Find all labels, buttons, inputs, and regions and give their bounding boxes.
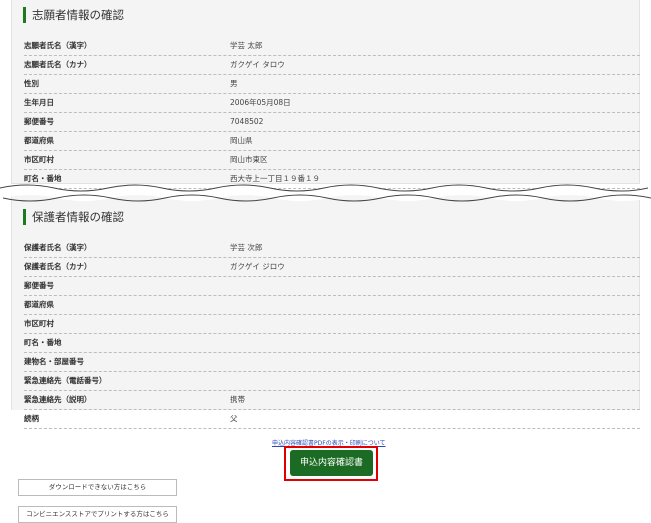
row-label: 市区町村 — [24, 319, 54, 328]
table-row: 続柄 父 — [24, 410, 640, 429]
row-value: 岡山県 — [230, 136, 253, 145]
row-label: 都道府県 — [24, 300, 54, 309]
row-label: 市区町村 — [24, 155, 54, 164]
table-row: 市区町村 — [24, 315, 640, 334]
table-row: 保護者氏名（カナ） ガクゲイ ジロウ — [24, 258, 640, 277]
convenience-store-print-button[interactable]: コンビニエンスストアでプリントする方はこちら — [18, 506, 177, 523]
row-value: ガクゲイ ジロウ — [230, 262, 285, 271]
row-label: 町名・番地 — [24, 338, 62, 347]
table-row: 志願者氏名（カナ） ガクゲイ タロウ — [24, 56, 640, 75]
section-break-wave — [0, 184, 651, 202]
row-label: 郵便番号 — [24, 281, 54, 290]
row-label: 都道府県 — [24, 136, 54, 145]
table-row: 都道府県 — [24, 296, 640, 315]
table-row: 保護者氏名（漢字） 学芸 次郎 — [24, 239, 640, 258]
row-label: 志願者氏名（漢字） — [24, 41, 92, 50]
table-row: 町名・番地 — [24, 334, 640, 353]
row-value: 学芸 次郎 — [230, 243, 263, 252]
table-row: 性別 男 — [24, 75, 640, 94]
row-value: ガクゲイ タロウ — [230, 60, 285, 69]
table-row: 郵便番号 7048502 — [24, 113, 640, 132]
row-label: 緊急連絡先（説明） — [24, 395, 92, 404]
row-label: 緊急連絡先（電話番号） — [24, 376, 107, 385]
table-row: 緊急連絡先（説明） 携帯 — [24, 391, 640, 410]
table-row: 志願者氏名（漢字） 学芸 太郎 — [24, 37, 640, 56]
guardian-table: 保護者氏名（漢字） 学芸 次郎 保護者氏名（カナ） ガクゲイ ジロウ 郵便番号 都道… — [24, 239, 640, 429]
row-label: 保護者氏名（カナ） — [24, 262, 92, 271]
row-value: 男 — [230, 79, 238, 88]
row-label: 保護者氏名（漢字） — [24, 243, 92, 252]
table-row: 建物名・部屋番号 — [24, 353, 640, 372]
row-label: 志願者氏名（カナ） — [24, 60, 92, 69]
download-help-button[interactable]: ダウンロードできない方はこちら — [18, 479, 177, 496]
row-value: 父 — [230, 414, 238, 423]
applicant-section-title: 志願者情報の確認 — [23, 7, 124, 23]
row-value: 携帯 — [230, 395, 245, 404]
row-value: 7048502 — [230, 117, 264, 126]
confirmation-pdf-button[interactable]: 申込内容確認書 — [290, 450, 373, 476]
table-row: 市区町村 岡山市東区 — [24, 151, 640, 170]
guardian-section-title: 保護者情報の確認 — [23, 209, 124, 225]
table-row: 郵便番号 — [24, 277, 640, 296]
table-row: 都道府県 岡山県 — [24, 132, 640, 151]
row-value: 2006年05月08日 — [230, 98, 291, 107]
row-label: 建物名・部屋番号 — [24, 357, 84, 366]
applicant-table: 志願者氏名（漢字） 学芸 太郎 志願者氏名（カナ） ガクゲイ タロウ 性別 男 生年月… — [24, 37, 640, 189]
table-row: 生年月日 2006年05月08日 — [24, 94, 640, 113]
row-value: 岡山市東区 — [230, 155, 268, 164]
table-row: 緊急連絡先（電話番号） — [24, 372, 640, 391]
row-label: 続柄 — [24, 414, 39, 423]
row-value: 学芸 太郎 — [230, 41, 263, 50]
row-label: 性別 — [24, 79, 39, 88]
row-label: 郵便番号 — [24, 117, 54, 126]
row-label: 生年月日 — [24, 98, 54, 107]
